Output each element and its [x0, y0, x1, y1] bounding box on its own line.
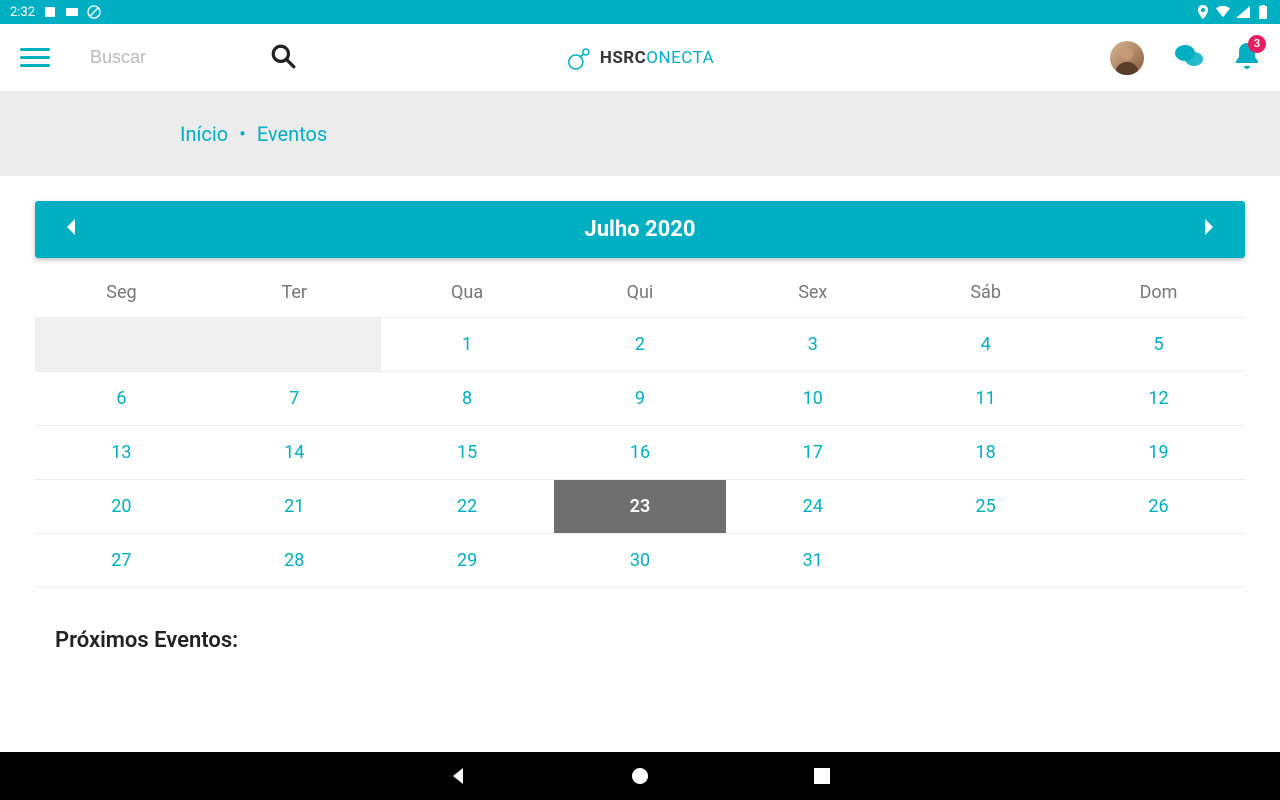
calendar-day[interactable]: 6 — [35, 372, 208, 426]
calendar-day[interactable]: 1 — [381, 318, 554, 372]
calendar-day — [899, 534, 1072, 588]
calendar-day[interactable]: 27 — [35, 534, 208, 588]
calendar-prev-button[interactable] — [65, 219, 77, 240]
nav-recent-button[interactable] — [811, 765, 833, 787]
search-icon[interactable] — [270, 43, 296, 73]
android-nav-bar — [0, 752, 1280, 800]
nav-home-button[interactable] — [629, 765, 651, 787]
calendar-day[interactable]: 23 — [554, 480, 727, 534]
chat-icon[interactable] — [1174, 43, 1204, 73]
calendar-day[interactable]: 28 — [208, 534, 381, 588]
calendar-day[interactable]: 26 — [1072, 480, 1245, 534]
status-no-sync-icon — [87, 5, 101, 19]
breadcrumb: Início • Eventos — [0, 92, 1280, 176]
calendar-day[interactable]: 12 — [1072, 372, 1245, 426]
calendar-weekday: Qua — [381, 268, 554, 318]
breadcrumb-sep: • — [239, 122, 246, 146]
calendar-day — [208, 318, 381, 372]
calendar: Julho 2020 SegTerQuaQuiSexSábDom 1234567… — [0, 176, 1280, 598]
calendar-day[interactable]: 13 — [35, 426, 208, 480]
calendar-day[interactable]: 14 — [208, 426, 381, 480]
android-status-bar: 2:32 — [0, 0, 1280, 24]
calendar-next-button[interactable] — [1203, 219, 1215, 240]
calendar-day[interactable]: 22 — [381, 480, 554, 534]
calendar-day[interactable]: 15 — [381, 426, 554, 480]
wifi-icon — [1216, 5, 1230, 19]
calendar-day[interactable]: 19 — [1072, 426, 1245, 480]
calendar-header: Julho 2020 — [35, 201, 1245, 258]
status-card-icon — [65, 5, 79, 19]
calendar-day[interactable]: 16 — [554, 426, 727, 480]
logo-icon — [566, 44, 594, 72]
calendar-day — [35, 318, 208, 372]
app-header: HSRCONECTA 3 — [0, 24, 1280, 92]
calendar-day[interactable]: 18 — [899, 426, 1072, 480]
calendar-day[interactable]: 10 — [726, 372, 899, 426]
nav-back-button[interactable] — [447, 765, 469, 787]
search-input[interactable] — [90, 47, 240, 68]
upcoming-events-title: Próximos Eventos: — [0, 598, 1280, 653]
calendar-day[interactable]: 21 — [208, 480, 381, 534]
notification-badge: 3 — [1248, 35, 1266, 53]
avatar[interactable] — [1110, 41, 1144, 75]
notifications-button[interactable]: 3 — [1234, 41, 1260, 75]
calendar-day[interactable]: 17 — [726, 426, 899, 480]
menu-icon[interactable] — [20, 43, 50, 73]
calendar-weekday: Qui — [554, 268, 727, 318]
calendar-day[interactable]: 9 — [554, 372, 727, 426]
breadcrumb-current[interactable]: Eventos — [257, 122, 327, 146]
status-app-icon — [43, 5, 57, 19]
calendar-day[interactable]: 3 — [726, 318, 899, 372]
calendar-day[interactable]: 4 — [899, 318, 1072, 372]
calendar-grid: SegTerQuaQuiSexSábDom 123456789101112131… — [35, 268, 1245, 588]
calendar-weekday: Dom — [1072, 268, 1245, 318]
calendar-day[interactable]: 5 — [1072, 318, 1245, 372]
calendar-day[interactable]: 24 — [726, 480, 899, 534]
calendar-weekday: Ter — [208, 268, 381, 318]
calendar-day[interactable]: 8 — [381, 372, 554, 426]
signal-icon — [1236, 5, 1250, 19]
calendar-day[interactable]: 25 — [899, 480, 1072, 534]
calendar-day[interactable]: 31 — [726, 534, 899, 588]
app-logo: HSRCONECTA — [566, 44, 714, 72]
calendar-day[interactable]: 30 — [554, 534, 727, 588]
breadcrumb-home[interactable]: Início — [180, 122, 228, 146]
calendar-day — [1072, 534, 1245, 588]
logo-text: HSRCONECTA — [600, 48, 714, 68]
calendar-day[interactable]: 2 — [554, 318, 727, 372]
calendar-day[interactable]: 29 — [381, 534, 554, 588]
status-time: 2:32 — [10, 5, 35, 20]
location-icon — [1196, 5, 1210, 19]
calendar-day[interactable]: 11 — [899, 372, 1072, 426]
calendar-title: Julho 2020 — [584, 217, 695, 242]
calendar-weekday: Seg — [35, 268, 208, 318]
calendar-weekday: Sex — [726, 268, 899, 318]
battery-icon — [1256, 5, 1270, 19]
calendar-day[interactable]: 20 — [35, 480, 208, 534]
calendar-weekday: Sáb — [899, 268, 1072, 318]
calendar-day[interactable]: 7 — [208, 372, 381, 426]
